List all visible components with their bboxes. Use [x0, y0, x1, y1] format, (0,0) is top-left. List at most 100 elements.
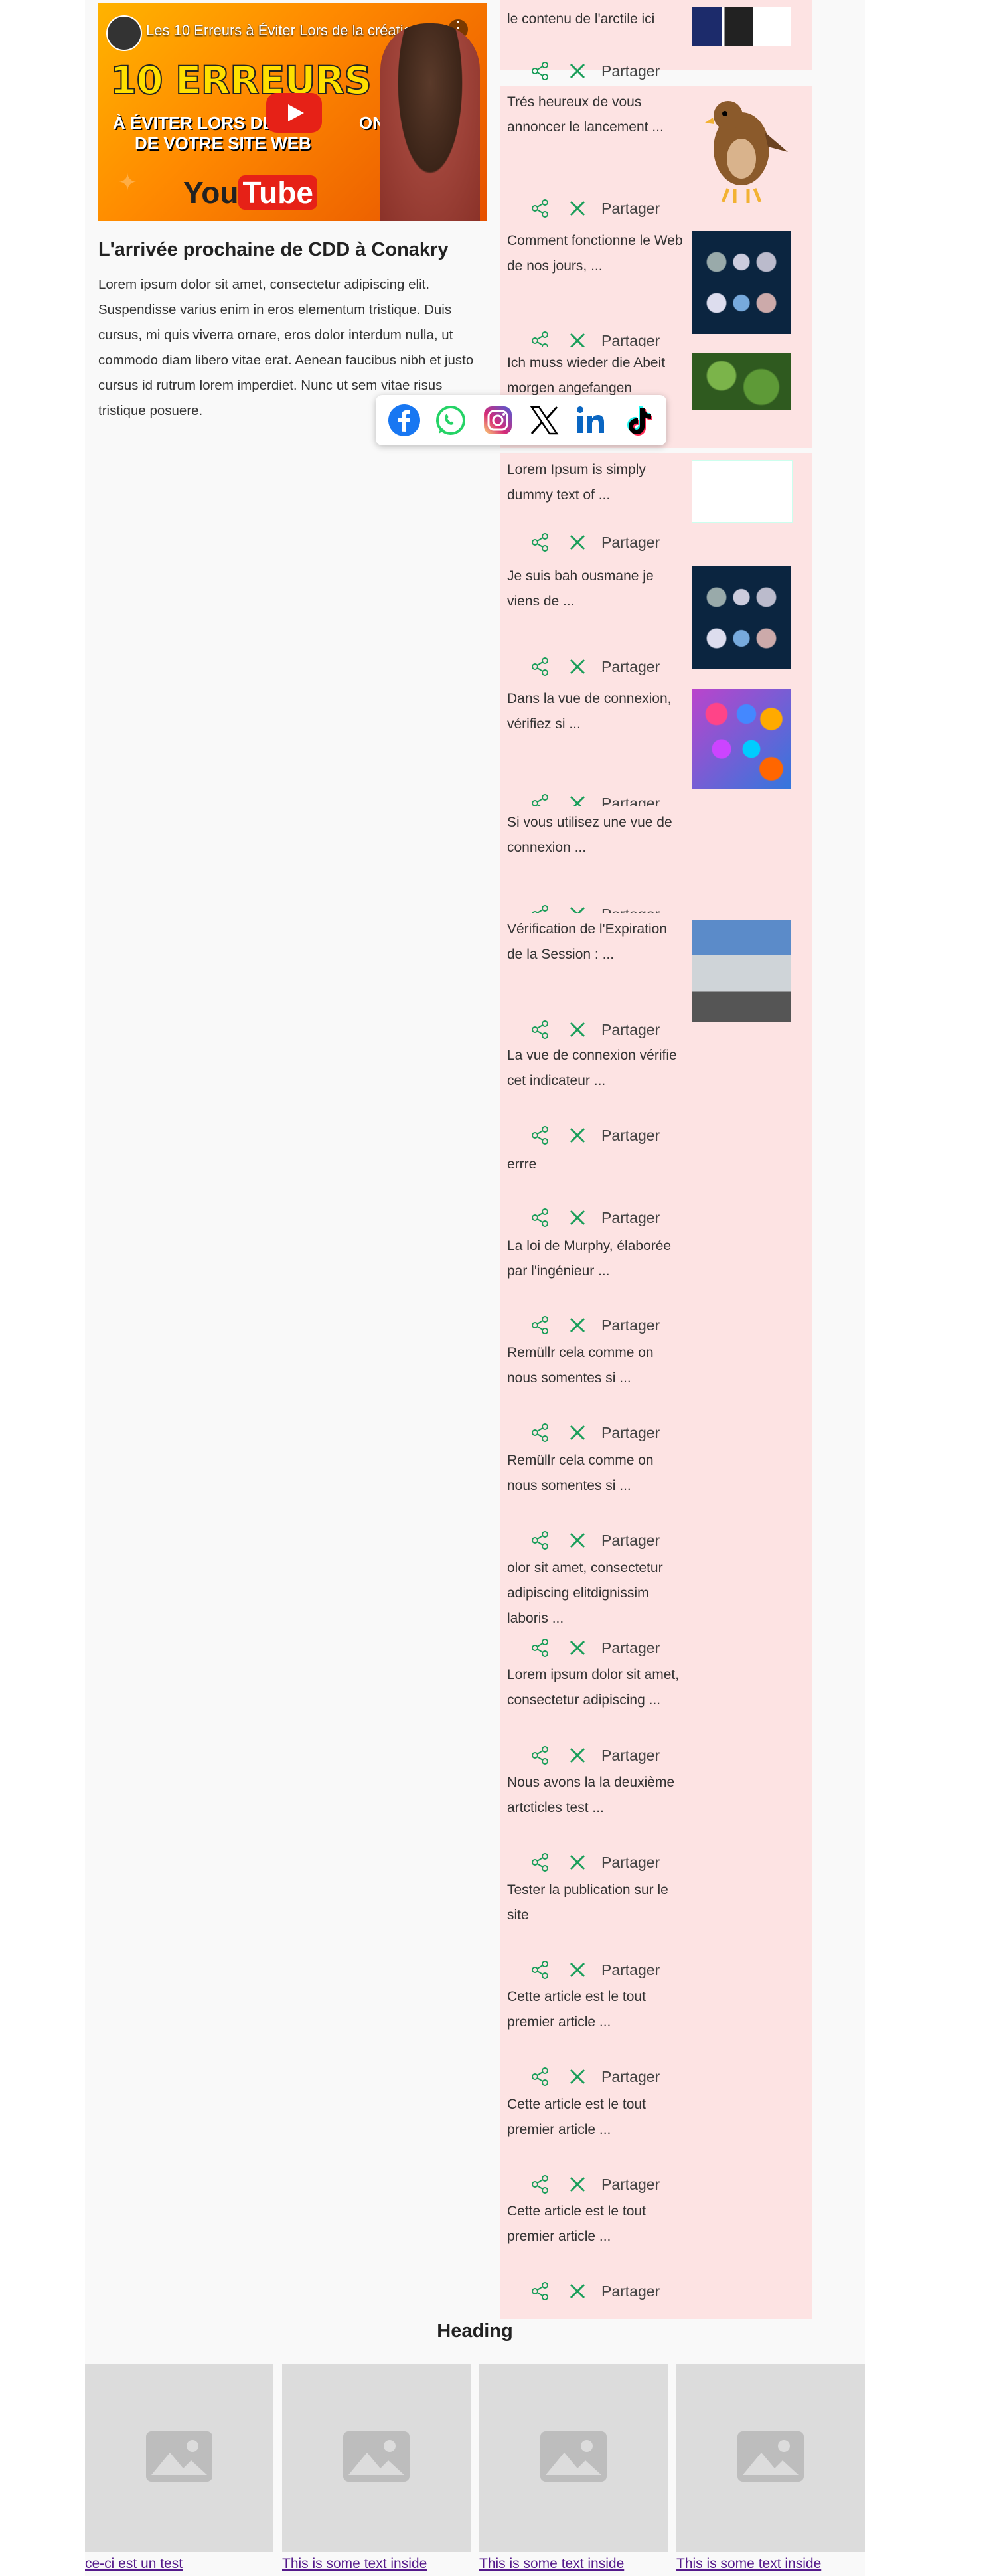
- article-card-thumbnail[interactable]: [692, 7, 791, 46]
- gallery-link[interactable]: This is some text inside: [676, 2556, 865, 2572]
- share-button[interactable]: Partager: [601, 1127, 660, 1145]
- gallery-link[interactable]: This is some text inside: [479, 2556, 668, 2572]
- share-button[interactable]: Partager: [601, 1424, 660, 1442]
- instagram-icon[interactable]: [481, 403, 515, 438]
- linkedin-icon[interactable]: [573, 403, 608, 438]
- close-icon[interactable]: [564, 1530, 591, 1551]
- close-icon[interactable]: [564, 1745, 591, 1766]
- article-card-title[interactable]: Tester la publication sur le site: [507, 1878, 686, 1928]
- article-card-title[interactable]: Cette article est le tout premier articl…: [507, 1984, 686, 2035]
- share-icon[interactable]: [527, 1019, 554, 1040]
- share-button[interactable]: Partager: [601, 658, 660, 676]
- image-placeholder[interactable]: [85, 2364, 273, 2552]
- article-card-title[interactable]: Ich muss wieder die Abeit morgen angefan…: [507, 351, 686, 401]
- article-card[interactable]: Cette article est le tout premier articl…: [500, 1980, 812, 2105]
- close-icon[interactable]: [564, 1019, 591, 1040]
- share-icon[interactable]: [527, 2174, 554, 2195]
- article-card-title[interactable]: Cette article est le tout premier articl…: [507, 2092, 686, 2142]
- share-icon[interactable]: [527, 60, 554, 82]
- share-icon[interactable]: [527, 1637, 554, 1658]
- article-card-title[interactable]: errre: [507, 1152, 686, 1177]
- article-card[interactable]: Tester la publication sur le site Partage…: [500, 1874, 812, 1998]
- article-card[interactable]: le contenu de l'arctile ici Partager: [500, 0, 812, 80]
- close-icon[interactable]: [564, 1422, 591, 1443]
- article-card-thumbnail[interactable]: [692, 689, 791, 789]
- article-card-thumbnail[interactable]: [692, 920, 791, 1022]
- share-button[interactable]: Partager: [601, 1532, 660, 1550]
- article-card[interactable]: Trés heureux de vous annoncer le lanceme…: [500, 86, 812, 236]
- close-icon[interactable]: [564, 1959, 591, 1980]
- share-button[interactable]: Partager: [601, 534, 660, 552]
- close-icon[interactable]: [564, 656, 591, 677]
- share-button[interactable]: Partager: [601, 2283, 660, 2300]
- article-card[interactable]: Remüllr cela comme on nous somentes si .…: [500, 1444, 812, 1568]
- close-icon[interactable]: [564, 532, 591, 553]
- article-card[interactable]: Cette article est le tout premier articl…: [500, 2195, 812, 2319]
- article-card-thumbnail[interactable]: [692, 92, 791, 205]
- share-icon[interactable]: [527, 1125, 554, 1146]
- share-icon[interactable]: [527, 656, 554, 677]
- article-card-thumbnail[interactable]: [692, 460, 793, 523]
- gallery-link[interactable]: This is some text inside: [282, 2556, 471, 2572]
- close-icon[interactable]: [564, 198, 591, 219]
- share-icon[interactable]: [527, 2066, 554, 2087]
- image-placeholder[interactable]: [479, 2364, 668, 2552]
- share-button[interactable]: Partager: [601, 1747, 660, 1765]
- share-button[interactable]: Partager: [601, 1639, 660, 1657]
- gallery-link[interactable]: ce-ci est un test: [85, 2556, 273, 2572]
- article-card-title[interactable]: Trés heureux de vous annoncer le lanceme…: [507, 90, 686, 140]
- close-icon[interactable]: [564, 2174, 591, 2195]
- share-icon[interactable]: [527, 1852, 554, 1873]
- youtube-video-embed[interactable]: Les 10 Erreurs à Éviter Lors de la créat…: [98, 3, 487, 221]
- share-icon[interactable]: [527, 1207, 554, 1228]
- tiktok-icon[interactable]: [621, 403, 655, 438]
- share-button[interactable]: Partager: [601, 1961, 660, 1979]
- facebook-icon[interactable]: [387, 403, 421, 438]
- article-card-title[interactable]: Lorem Ipsum is simply dummy text of ...: [507, 457, 686, 508]
- article-card-title[interactable]: Comment fonctionne le Web de nos jours, …: [507, 228, 686, 279]
- article-card-title[interactable]: olor sit amet, consectetur adipiscing el…: [507, 1556, 686, 1631]
- channel-avatar[interactable]: [106, 15, 142, 51]
- article-card-title[interactable]: Si vous utilisez une vue de connexion ..…: [507, 810, 686, 860]
- close-icon[interactable]: [564, 2066, 591, 2087]
- image-placeholder[interactable]: [282, 2364, 471, 2552]
- article-card-title[interactable]: Vérification de l'Expiration de la Sessi…: [507, 917, 686, 967]
- article-card-title[interactable]: La vue de connexion vérifie cet indicate…: [507, 1043, 686, 1093]
- article-card[interactable]: Cette article est le tout premier articl…: [500, 2088, 812, 2212]
- x-twitter-icon[interactable]: [527, 403, 562, 438]
- share-button[interactable]: Partager: [601, 1021, 660, 1039]
- article-card[interactable]: La loi de Murphy, élaborée par l'ingénie…: [500, 1230, 812, 1353]
- article-card-title[interactable]: le contenu de l'arctile ici: [507, 7, 686, 32]
- article-card[interactable]: Lorem ipsum dolor sit amet, consectetur …: [500, 1658, 812, 1783]
- play-button[interactable]: [266, 93, 322, 133]
- share-button[interactable]: Partager: [601, 1317, 660, 1334]
- close-icon[interactable]: [564, 1637, 591, 1658]
- article-card[interactable]: Remüllr cela comme on nous somentes si .…: [500, 1336, 812, 1461]
- article-card[interactable]: Lorem Ipsum is simply dummy text of ... P…: [500, 453, 812, 570]
- share-button[interactable]: Partager: [601, 2068, 660, 2086]
- article-card-thumbnail[interactable]: [692, 231, 791, 334]
- close-icon[interactable]: [564, 1315, 591, 1336]
- article-card-title[interactable]: Cette article est le tout premier articl…: [507, 2199, 686, 2249]
- article-card[interactable]: Je suis bah ousmane je viens de ... Parta…: [500, 560, 812, 694]
- close-icon[interactable]: [564, 2281, 591, 2302]
- share-icon[interactable]: [527, 1745, 554, 1766]
- share-icon[interactable]: [527, 1530, 554, 1551]
- article-card[interactable]: La vue de connexion vérifie cet indicate…: [500, 1039, 812, 1163]
- share-button[interactable]: Partager: [601, 1854, 660, 1872]
- share-icon[interactable]: [527, 1315, 554, 1336]
- image-placeholder[interactable]: [676, 2364, 865, 2552]
- share-icon[interactable]: [527, 532, 554, 553]
- share-button[interactable]: Partager: [601, 2176, 660, 2194]
- article-card-title[interactable]: Je suis bah ousmane je viens de ...: [507, 564, 686, 614]
- article-card-title[interactable]: Remüllr cela comme on nous somentes si .…: [507, 1448, 686, 1498]
- article-card-thumbnail[interactable]: [692, 353, 791, 410]
- article-card-thumbnail[interactable]: [692, 566, 791, 669]
- share-button[interactable]: Partager: [601, 62, 660, 80]
- article-card-title[interactable]: Remüllr cela comme on nous somentes si .…: [507, 1340, 686, 1391]
- share-button[interactable]: Partager: [601, 1209, 660, 1227]
- article-card-title[interactable]: Nous avons la la deuxième artcticles tes…: [507, 1770, 686, 1820]
- close-icon[interactable]: [564, 1852, 591, 1873]
- close-icon[interactable]: [564, 60, 591, 82]
- article-card[interactable]: Vérification de l'Expiration de la Sessi…: [500, 913, 812, 1058]
